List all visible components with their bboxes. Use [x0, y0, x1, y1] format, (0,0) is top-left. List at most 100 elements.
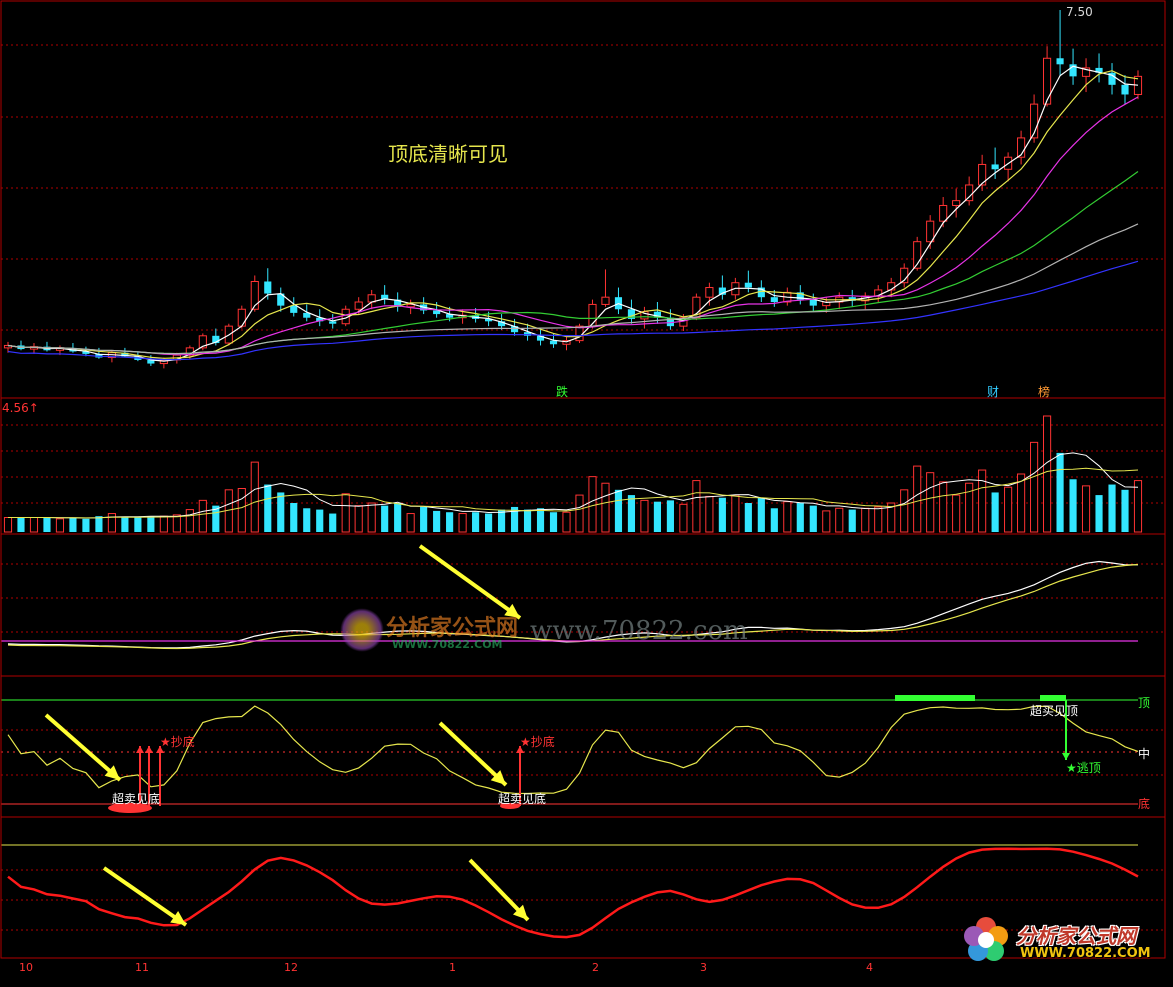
volume-bar: [29, 517, 39, 533]
volume-bar: [95, 516, 103, 532]
volume-bar: [562, 511, 571, 533]
signal-oversold-2: 超卖见底: [498, 792, 547, 806]
volume-bar: [316, 509, 324, 532]
signal-oversold-1: 超卖见底: [112, 792, 161, 806]
x-tick-11: 11: [135, 961, 149, 974]
volume-bar: [653, 501, 661, 532]
volume-bar: [147, 516, 155, 532]
volume-bar: [627, 495, 636, 532]
volume-bar: [848, 509, 856, 532]
osc-top-label: 顶: [1138, 696, 1151, 710]
event-tag-drop: 跌: [556, 385, 569, 399]
price-high-label: 7.50: [1066, 5, 1093, 19]
volume-bar: [757, 497, 765, 532]
volume-bar: [107, 513, 116, 533]
volume-bar: [770, 508, 778, 532]
x-tick-2: 2: [592, 961, 599, 974]
volume-max-value: 4.56: [2, 401, 29, 415]
annotation-arrow-curve-1: [102, 866, 188, 927]
volume-bar: [185, 509, 194, 533]
volume-bar: [1056, 452, 1064, 532]
watermark-center-url: www.70822.com: [530, 616, 748, 646]
volume-bar: [913, 465, 922, 533]
volume-bar: [17, 517, 25, 532]
osc-mid-label: 中: [1138, 747, 1151, 761]
ma-line-white: [7, 65, 1139, 362]
volume-bar: [172, 514, 181, 533]
volume-bar: [796, 503, 804, 532]
candle-body: [290, 305, 298, 313]
annotation-arrow-panel3: [418, 544, 522, 620]
candle-body: [991, 164, 999, 170]
watermark-corner-url: WWW.70822.COM: [1020, 946, 1151, 961]
candle-body: [601, 296, 610, 305]
volume-bar: [1081, 485, 1091, 533]
signal-buy-1: ★抄底: [160, 735, 195, 749]
watermark-flower-icon: [962, 916, 1010, 964]
candle-body: [809, 299, 817, 306]
watermark-logo-icon: [340, 608, 384, 652]
volume-bar: [1133, 480, 1143, 533]
volume-bar: [536, 508, 545, 532]
chart-stage: 顶底清晰可见 7.50 跌 财 榜 4.56↑ 顶 中 底 超卖见底 ★抄底 超…: [0, 0, 1173, 983]
volume-bar: [497, 509, 506, 532]
volume-bar: [121, 517, 129, 532]
volume-bar: [277, 492, 285, 532]
volume-bar: [666, 500, 674, 532]
stock-chart: [0, 0, 1166, 959]
chart-frame: [0, 0, 1166, 959]
volume-bar: [1108, 484, 1116, 532]
watermark-corner-cn: 分析家公式网: [1016, 924, 1136, 948]
volume-bar: [692, 480, 701, 533]
volume-bar: [1004, 486, 1013, 533]
volume-bar: [198, 499, 207, 533]
volume-bar: [718, 497, 726, 532]
ma-line-magenta: [7, 96, 1139, 356]
watermark-corner: 分析家公式网 WWW.70822.COM: [962, 916, 1162, 968]
volume-bar: [523, 509, 532, 532]
volume-bar: [303, 508, 311, 532]
volume-bar: [420, 506, 428, 532]
volume-bar: [55, 518, 65, 533]
volume-bar: [354, 505, 363, 533]
volume-bar: [69, 517, 77, 532]
x-tick-12: 12: [284, 961, 298, 974]
volume-bar: [264, 484, 272, 532]
candle-body: [952, 200, 961, 206]
x-tick-1: 1: [449, 961, 456, 974]
volume-bar: [458, 513, 467, 533]
volume-bar: [991, 492, 999, 532]
candle-body: [744, 282, 752, 288]
candle-body: [264, 281, 272, 294]
signal-buy-2: ★抄底: [520, 735, 555, 749]
volume-bar: [406, 513, 415, 533]
overbought-marker-1: [895, 695, 975, 701]
candle-body: [939, 204, 948, 222]
candle-body: [237, 308, 246, 327]
volume-bar: [809, 505, 817, 532]
volume-bar: [900, 489, 909, 533]
volume-bar: [446, 512, 454, 532]
event-tag-finance: 财: [987, 385, 1000, 399]
volume-bar: [640, 499, 649, 533]
candle-body: [1056, 58, 1064, 65]
candle-body: [1043, 57, 1052, 105]
annotation-arrow-osc-1: [44, 713, 122, 782]
volume-bar: [939, 481, 948, 533]
event-tag-rank: 榜: [1038, 385, 1051, 399]
volume-bar: [952, 494, 961, 533]
x-tick-3: 3: [700, 961, 707, 974]
volume-bar: [485, 513, 493, 532]
volume-arrow-icon: ↑: [28, 401, 39, 415]
volume-bar: [705, 495, 714, 533]
ma-line-yellow: [7, 70, 1139, 359]
annotation-title: 顶底清晰可见: [388, 142, 508, 166]
volume-bar: [433, 510, 441, 532]
volume-bar: [3, 517, 13, 533]
volume-bar: [978, 469, 987, 533]
volume-bar: [1030, 441, 1039, 533]
volume-bar: [290, 503, 298, 532]
candle-body: [549, 340, 558, 345]
volume-bar: [835, 507, 844, 533]
volume-bar: [588, 476, 597, 533]
